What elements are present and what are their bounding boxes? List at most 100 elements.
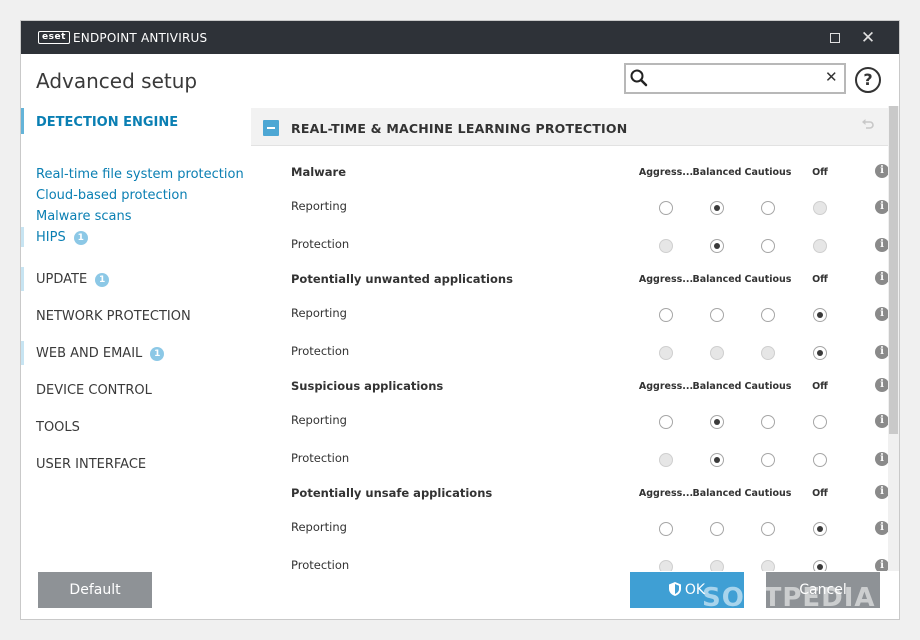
settings-panel: REAL-TIME & MACHINE LEARNING PROTECTION …	[251, 106, 888, 571]
row-label-reporting: Reporting	[291, 306, 347, 320]
row-label-protection: Protection	[291, 451, 350, 465]
info-icon[interactable]: i	[875, 238, 888, 252]
radio-reporting[interactable]	[659, 201, 673, 215]
radio-reporting[interactable]	[761, 522, 775, 536]
info-icon[interactable]: i	[875, 378, 888, 392]
nav-hips[interactable]: HIPS 1	[36, 230, 88, 245]
radio-reporting[interactable]	[659, 415, 673, 429]
radio-reporting[interactable]	[761, 201, 775, 215]
nav-device-control[interactable]: DEVICE CONTROL	[36, 383, 152, 398]
radio-protection[interactable]	[761, 346, 775, 360]
row-label-reporting: Reporting	[291, 199, 347, 213]
column-header: Off	[812, 167, 828, 178]
radio-reporting[interactable]	[659, 522, 673, 536]
info-icon[interactable]: i	[875, 164, 888, 178]
info-icon[interactable]: i	[875, 414, 888, 428]
nav-web-and-email[interactable]: WEB AND EMAIL 1	[36, 346, 165, 361]
radio-reporting[interactable]	[659, 308, 673, 322]
search-input[interactable]	[652, 68, 820, 89]
radio-protection[interactable]	[761, 453, 775, 467]
hips-badge: 1	[73, 231, 88, 245]
radio-protection[interactable]	[813, 346, 827, 360]
nav-detection-engine[interactable]: DETECTION ENGINE	[36, 115, 178, 130]
app-title: ENDPOINT ANTIVIRUS	[73, 31, 208, 45]
radio-reporting[interactable]	[761, 415, 775, 429]
info-icon[interactable]: i	[875, 271, 888, 285]
column-header: Cautious	[744, 381, 792, 392]
shield-icon	[668, 582, 681, 596]
collapse-icon[interactable]	[263, 120, 279, 136]
group-title: Potentially unwanted applications	[291, 272, 513, 286]
info-icon[interactable]: i	[875, 345, 888, 359]
clear-search-icon[interactable]: ✕	[825, 68, 838, 86]
radio-reporting[interactable]	[710, 522, 724, 536]
radio-protection[interactable]	[761, 560, 775, 571]
nav-realtime-protection[interactable]: Real-time file system protection	[36, 167, 244, 182]
row-label-protection: Protection	[291, 237, 350, 251]
page-title: Advanced setup	[36, 69, 198, 93]
column-header: Cautious	[744, 167, 792, 178]
radio-protection[interactable]	[761, 239, 775, 253]
nav-cloud-protection[interactable]: Cloud-based protection	[36, 188, 188, 203]
radio-reporting[interactable]	[710, 308, 724, 322]
nav-malware-scans[interactable]: Malware scans	[36, 209, 131, 224]
update-badge: 1	[95, 273, 110, 287]
radio-protection[interactable]	[710, 560, 724, 571]
radio-protection[interactable]	[659, 453, 673, 467]
row-label-protection: Protection	[291, 344, 350, 358]
nav-web-and-email-label: WEB AND EMAIL	[36, 346, 143, 361]
nav-hips-label: HIPS	[36, 230, 66, 245]
help-icon[interactable]: ?	[855, 67, 881, 93]
row-label-protection: Protection	[291, 558, 350, 571]
radio-protection[interactable]	[659, 346, 673, 360]
column-header: Off	[812, 488, 828, 499]
info-icon[interactable]: i	[875, 452, 888, 466]
nav-tools[interactable]: TOOLS	[36, 420, 80, 435]
info-icon[interactable]: i	[875, 485, 888, 499]
info-icon[interactable]: i	[875, 521, 888, 535]
column-header: Off	[812, 274, 828, 285]
radio-protection[interactable]	[813, 239, 827, 253]
radio-protection[interactable]	[659, 560, 673, 571]
search-box[interactable]: ✕	[624, 63, 846, 94]
maximize-icon	[830, 33, 840, 43]
row-label-reporting: Reporting	[291, 413, 347, 427]
web-email-badge: 1	[150, 347, 165, 361]
radio-protection[interactable]	[710, 346, 724, 360]
radio-reporting[interactable]	[813, 201, 827, 215]
info-icon[interactable]: i	[875, 200, 888, 214]
radio-reporting[interactable]	[710, 415, 724, 429]
sidebar: DETECTION ENGINE Real-time file system p…	[21, 106, 251, 571]
default-button[interactable]: Default	[38, 572, 152, 608]
radio-reporting[interactable]	[813, 522, 827, 536]
title-bar[interactable]: eset ENDPOINT ANTIVIRUS ✕	[21, 21, 899, 54]
section-title: REAL-TIME & MACHINE LEARNING PROTECTION	[291, 121, 628, 136]
radio-reporting[interactable]	[761, 308, 775, 322]
info-icon[interactable]: i	[875, 559, 888, 571]
info-icon[interactable]: i	[875, 307, 888, 321]
radio-protection[interactable]	[813, 560, 827, 571]
column-header: Off	[812, 381, 828, 392]
radio-reporting[interactable]	[813, 308, 827, 322]
nav-user-interface[interactable]: USER INTERFACE	[36, 457, 146, 472]
group-title: Potentially unsafe applications	[291, 486, 493, 500]
nav-update-label: UPDATE	[36, 272, 88, 287]
close-button[interactable]: ✕	[856, 27, 880, 49]
app-window: eset ENDPOINT ANTIVIRUS ✕ Advanced setup…	[20, 20, 900, 620]
radio-protection[interactable]	[813, 453, 827, 467]
nav-network-protection[interactable]: NETWORK PROTECTION	[36, 309, 191, 324]
radio-protection[interactable]	[659, 239, 673, 253]
eset-logo: eset	[38, 31, 70, 44]
radio-reporting[interactable]	[813, 415, 827, 429]
radio-protection[interactable]	[710, 453, 724, 467]
radio-protection[interactable]	[710, 239, 724, 253]
nav-update[interactable]: UPDATE 1	[36, 272, 110, 287]
watermark: SOFTPEDIA	[702, 583, 876, 613]
scrollbar-thumb[interactable]	[889, 106, 898, 434]
radio-reporting[interactable]	[710, 201, 724, 215]
maximize-button[interactable]	[823, 27, 847, 49]
close-icon: ✕	[860, 28, 876, 48]
nav-indicator	[21, 227, 24, 247]
nav-indicator	[21, 341, 24, 365]
revert-icon[interactable]	[861, 118, 875, 132]
